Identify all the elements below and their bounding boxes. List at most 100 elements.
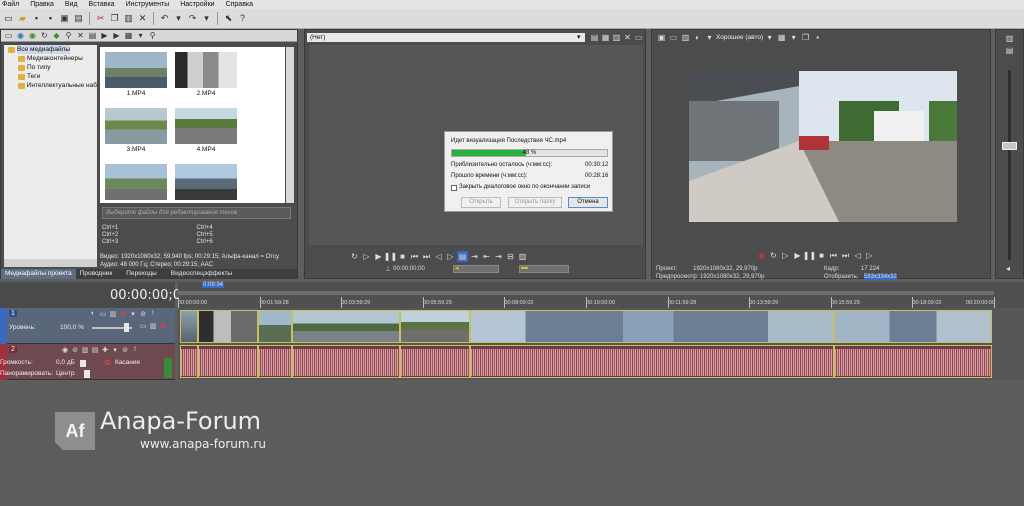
- audio-clip[interactable]: [470, 345, 834, 378]
- chevron-down-icon[interactable]: ▾: [764, 32, 775, 43]
- more-icon[interactable]: ▥: [517, 251, 528, 262]
- stop-icon[interactable]: ■: [816, 250, 827, 261]
- previous-frame-icon[interactable]: ◁: [433, 251, 444, 262]
- redo-dropdown-icon[interactable]: ▾: [200, 12, 213, 25]
- go-to-start-icon[interactable]: ⏮: [409, 251, 420, 262]
- envelope-icon[interactable]: ▥: [148, 321, 158, 330]
- tree-item-media-bins[interactable]: Медиаконтейнеры: [4, 54, 97, 63]
- cut-icon[interactable]: ✂: [94, 12, 107, 25]
- solo-icon[interactable]: !: [130, 345, 140, 354]
- open-icon[interactable]: ▰: [16, 12, 29, 25]
- automation-icon[interactable]: ▤: [90, 345, 100, 354]
- copy-snapshot-icon[interactable]: ❐: [800, 32, 811, 43]
- play-icon[interactable]: ▶: [792, 250, 803, 261]
- close-on-finish-checkbox[interactable]: [451, 185, 457, 191]
- loop-region-bar[interactable]: [178, 291, 994, 295]
- menu-file[interactable]: Файл: [2, 0, 19, 9]
- tree-item-by-type[interactable]: По типу: [4, 63, 97, 72]
- video-clip[interactable]: [834, 310, 992, 343]
- pause-icon[interactable]: ❚❚: [803, 250, 816, 261]
- insert-icon[interactable]: ⇤: [481, 251, 492, 262]
- media-thumbnail[interactable]: [105, 164, 167, 200]
- master-fx-icon[interactable]: ▤: [1004, 45, 1015, 56]
- tree-item-smart-bins[interactable]: Интеллектуальные наб: [4, 81, 97, 90]
- add-to-timeline-icon[interactable]: ⇥: [469, 251, 480, 262]
- external-monitor-icon[interactable]: ▭: [668, 32, 679, 43]
- paste-icon[interactable]: ▥: [122, 12, 135, 25]
- menu-options[interactable]: Настройки: [180, 0, 214, 9]
- save-snapshot-icon[interactable]: ▦: [600, 32, 611, 43]
- tree-item-tags[interactable]: Теги: [4, 72, 97, 81]
- remove-media-icon[interactable]: ✕: [75, 31, 86, 41]
- tag-shortcut[interactable]: Ctrl+2: [102, 232, 197, 238]
- overlays-icon[interactable]: ▦: [776, 32, 787, 43]
- go-to-end-icon[interactable]: ⏭: [421, 251, 432, 262]
- fx-chain-icon[interactable]: ✿: [158, 321, 168, 330]
- automation-mode-icon[interactable]: ✿: [104, 358, 111, 367]
- fx-icon[interactable]: ▥: [680, 32, 691, 43]
- save-icon[interactable]: ▪: [30, 12, 43, 25]
- track-motion-icon[interactable]: ▭: [138, 321, 148, 330]
- import-media-icon[interactable]: ▭: [3, 31, 14, 41]
- new-icon[interactable]: ▭: [2, 12, 15, 25]
- arm-record-icon[interactable]: ◉: [60, 345, 70, 354]
- video-clip[interactable]: [400, 310, 470, 343]
- trim-icon[interactable]: ⊟: [505, 251, 516, 262]
- audio-clip[interactable]: [292, 345, 400, 378]
- project-properties-icon[interactable]: ▣: [656, 32, 667, 43]
- play-preview-icon[interactable]: ▶: [99, 31, 110, 41]
- properties-icon[interactable]: ▤: [87, 31, 98, 41]
- render-icon[interactable]: ▣: [58, 12, 71, 25]
- volume-slider[interactable]: [80, 360, 86, 367]
- trimmer-media-dropdown[interactable]: (Нет): [307, 33, 585, 42]
- properties-icon[interactable]: ▤: [72, 12, 85, 25]
- tag-shortcut[interactable]: Ctrl+4: [197, 225, 292, 231]
- level-slider[interactable]: [124, 323, 129, 332]
- tree-horizontal-scrollbar[interactable]: [4, 259, 97, 267]
- menu-tools[interactable]: Инструменты: [126, 0, 170, 9]
- motion-icon[interactable]: ▭: [98, 309, 108, 318]
- media-thumbnail[interactable]: [175, 52, 237, 88]
- chevron-down-icon[interactable]: ▾: [577, 33, 581, 41]
- undo-icon[interactable]: ↶: [158, 12, 171, 25]
- dropdown-icon[interactable]: ▾: [704, 32, 715, 43]
- master-volume-slider[interactable]: [1002, 142, 1017, 150]
- redo-icon[interactable]: ↷: [186, 12, 199, 25]
- solo-icon[interactable]: !: [148, 309, 158, 318]
- video-clip[interactable]: [470, 310, 834, 343]
- invert-phase-icon[interactable]: ⊘: [70, 345, 80, 354]
- play-icon[interactable]: ▶: [373, 251, 384, 262]
- trimmer-properties-icon[interactable]: ▥: [611, 32, 622, 43]
- auto-preview-icon[interactable]: ▶: [111, 31, 122, 41]
- mute-icon[interactable]: ⊘: [120, 345, 130, 354]
- play-from-start-icon[interactable]: ▷: [361, 251, 372, 262]
- refresh-icon[interactable]: ↻: [39, 31, 50, 41]
- views-dropdown-icon[interactable]: ▾: [135, 31, 146, 41]
- media-fx-icon[interactable]: ◆: [51, 31, 62, 41]
- pause-icon[interactable]: ❚❚: [384, 251, 397, 262]
- record-icon[interactable]: ◉: [756, 250, 767, 261]
- open-folder-button[interactable]: Открыть папку: [508, 197, 562, 208]
- automation-mode-dropdown[interactable]: Касание: [115, 359, 140, 366]
- preview-quality-dropdown[interactable]: Хорошее (авто): [716, 34, 763, 41]
- copy-icon[interactable]: ❐: [108, 12, 121, 25]
- media-thumbnail[interactable]: [105, 108, 167, 144]
- tab-video-fx[interactable]: Видеоспецэффекты: [167, 269, 236, 279]
- video-clip[interactable]: [180, 310, 198, 343]
- track-fx-icon[interactable]: ▥: [80, 345, 90, 354]
- media-thumbnail[interactable]: [105, 52, 167, 88]
- video-clip[interactable]: [198, 310, 258, 343]
- audio-clip[interactable]: [258, 345, 292, 378]
- tab-transitions[interactable]: Переходы: [116, 269, 167, 279]
- search-media-icon[interactable]: ⚲: [63, 31, 74, 41]
- capture-icon[interactable]: ◉: [15, 31, 26, 41]
- composite-icon[interactable]: ✿: [118, 309, 128, 318]
- menu-view[interactable]: Вид: [65, 0, 78, 9]
- preview-window-icon[interactable]: ▭: [633, 32, 644, 43]
- open-button[interactable]: Открыть: [461, 197, 501, 208]
- pan-slider[interactable]: [84, 370, 90, 378]
- audio-clip[interactable]: [180, 345, 198, 378]
- previous-frame-icon[interactable]: ◁: [852, 250, 863, 261]
- thumbnail-vertical-scrollbar[interactable]: [286, 47, 294, 203]
- save-snapshot-icon[interactable]: ▪: [812, 32, 823, 43]
